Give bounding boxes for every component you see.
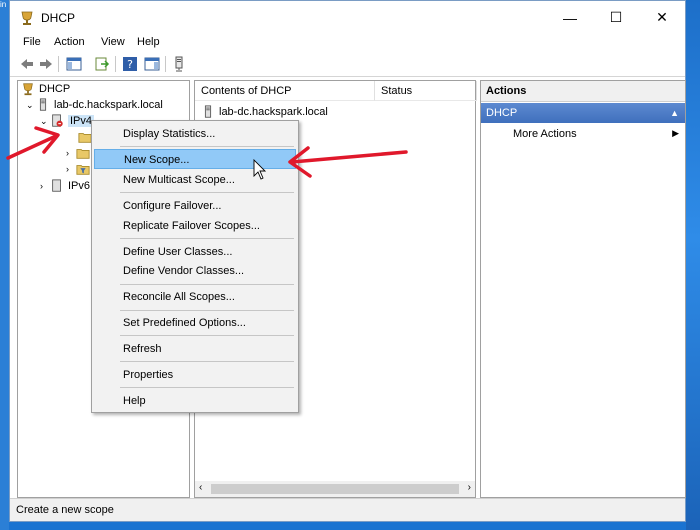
annotation-overlay xyxy=(6,126,408,180)
annotation-arrow-icon xyxy=(288,146,408,178)
annotation-arrow-icon xyxy=(6,126,60,160)
mouse-cursor-icon xyxy=(253,158,267,180)
